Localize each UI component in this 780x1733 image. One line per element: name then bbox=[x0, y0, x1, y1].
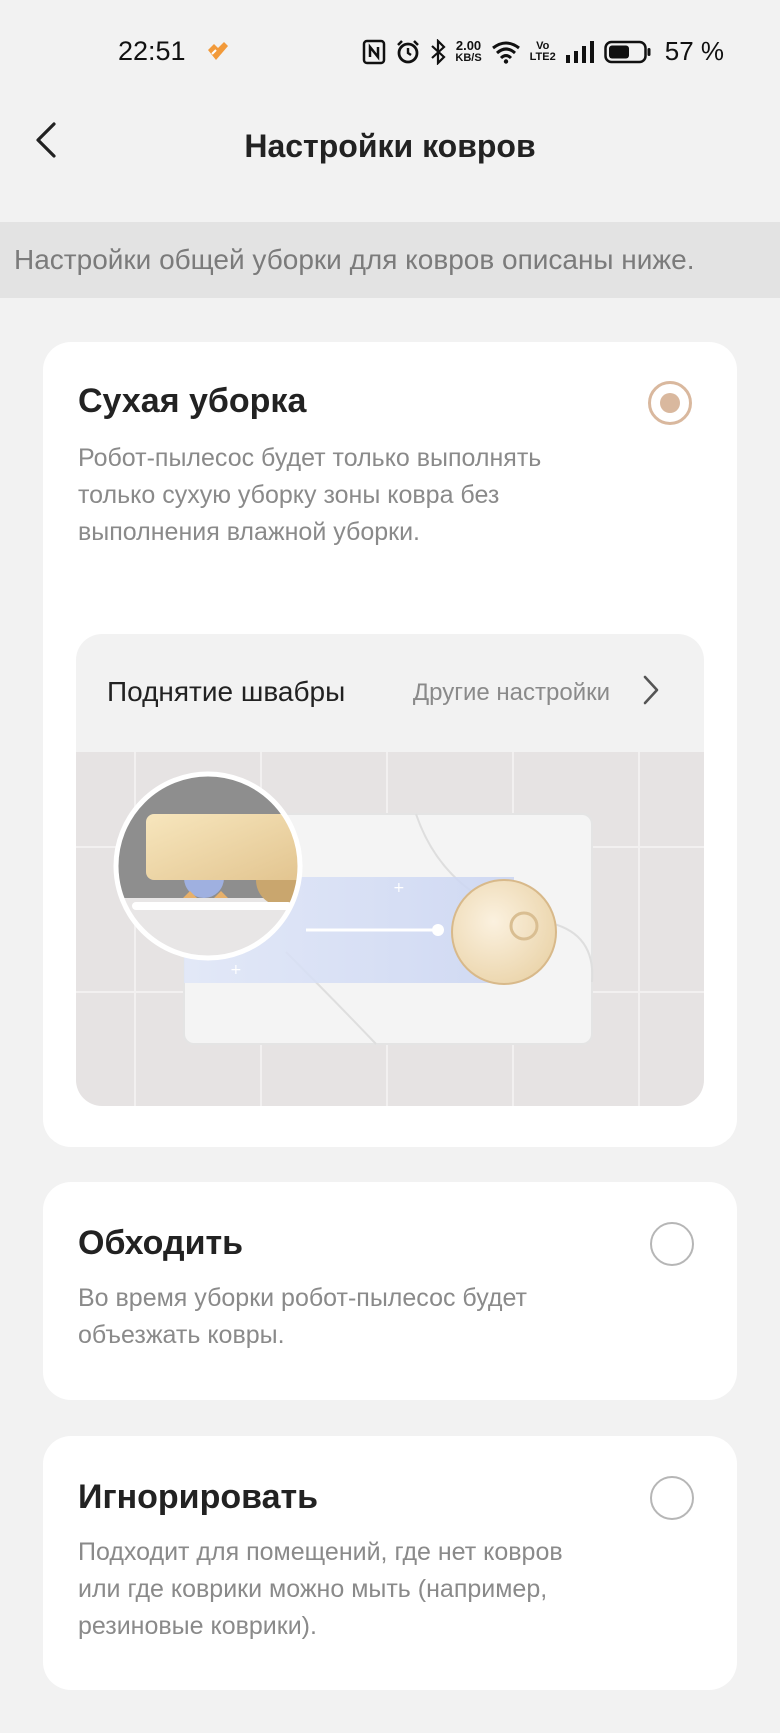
volte-label-1: Vo bbox=[536, 39, 550, 52]
status-time: 22:51 bbox=[118, 36, 186, 66]
option-title: Игнорировать bbox=[78, 1478, 319, 1516]
other-settings-link[interactable]: Другие настройки bbox=[413, 679, 610, 707]
battery-percent: 57 % bbox=[664, 36, 724, 66]
option-description: Во время уборки робот-пылесос будет объе… bbox=[78, 1284, 527, 1349]
ignore-radio[interactable] bbox=[650, 1476, 694, 1520]
bluetooth-icon bbox=[431, 38, 446, 65]
cellular-signal-icon bbox=[565, 40, 594, 63]
info-banner: Настройки общей уборки для ковров описан… bbox=[0, 222, 780, 298]
option-ignore-card[interactable]: Игнорировать Подходит для помещений, где… bbox=[43, 1436, 737, 1690]
option-dry-cleaning-card[interactable]: Сухая уборка Робот-пылесос будет только … bbox=[43, 342, 737, 1147]
page-title: Настройки ковров bbox=[244, 128, 536, 164]
option-avoid-card[interactable]: Обходить Во время уборки робот-пылесос б… bbox=[43, 1182, 737, 1400]
volte-label-2: LTE2 bbox=[529, 50, 556, 63]
volte-indicator: Vo LTE2 bbox=[529, 39, 556, 63]
info-banner-text: Настройки общей уборки для ковров описан… bbox=[14, 244, 695, 275]
option-description: Робот-пылесос будет только выполнять тол… bbox=[78, 444, 542, 546]
network-speed-value: 2.00 bbox=[455, 37, 482, 53]
dry-cleaning-radio[interactable] bbox=[648, 381, 692, 425]
nfc-icon bbox=[363, 39, 386, 64]
network-speed-unit: KB/S bbox=[455, 51, 482, 64]
mop-lift-label: Поднятие швабры bbox=[107, 676, 346, 707]
svg-text:+: + bbox=[230, 962, 242, 978]
chevron-right-icon bbox=[643, 675, 659, 705]
status-bar: 22:51 2.00 KB/S Vo LTE2 57 % bbox=[0, 0, 780, 100]
mop-lift-illustration: + + bbox=[76, 752, 704, 1106]
header: Настройки ковров bbox=[0, 100, 780, 220]
svg-text:+: + bbox=[393, 880, 405, 896]
option-title: Сухая уборка bbox=[78, 382, 307, 420]
status-icons: 2.00 KB/S Vo LTE2 57 % bbox=[362, 36, 724, 67]
wifi-icon bbox=[491, 41, 520, 64]
option-title: Обходить bbox=[78, 1224, 244, 1262]
alarm-icon bbox=[397, 39, 420, 63]
option-description: Подходит для помещений, где нет ковров и… bbox=[78, 1538, 563, 1640]
mop-lift-row[interactable]: Поднятие швабры Другие настройки bbox=[76, 634, 704, 752]
network-speed: 2.00 KB/S bbox=[455, 39, 481, 65]
avoid-radio[interactable] bbox=[650, 1222, 694, 1266]
battery-icon bbox=[603, 40, 651, 63]
app-notification-icon bbox=[208, 42, 228, 60]
